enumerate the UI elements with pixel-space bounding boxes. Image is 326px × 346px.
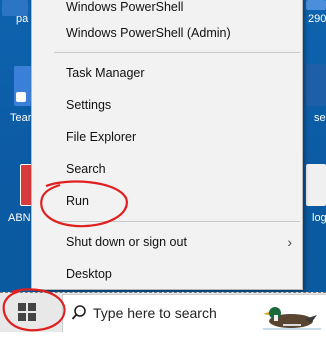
desktop-icon-label: 290	[308, 13, 326, 25]
search-placeholder: Type here to search	[93, 305, 217, 321]
chevron-right-icon: ›	[287, 234, 292, 250]
menu-item-run[interactable]: Run	[32, 189, 302, 213]
menu-item-label: Task Manager	[66, 66, 145, 80]
windows-logo-icon	[18, 303, 36, 321]
desktop-icon-label: se	[314, 112, 326, 124]
menu-item-label: Run	[66, 194, 89, 208]
menu-item-desktop[interactable]: Desktop	[32, 262, 302, 286]
desktop-icon-left-2[interactable]: Tear	[0, 60, 32, 130]
desktop-icon-right-1[interactable]: 290	[302, 0, 326, 34]
menu-item-shutdown[interactable]: Shut down or sign out ›	[32, 230, 302, 254]
menu-item-task-manager[interactable]: Task Manager	[32, 61, 302, 85]
desktop-icon-label: pa	[16, 13, 29, 25]
menu-item-label: Desktop	[66, 267, 112, 281]
menu-item-label: Shut down or sign out	[66, 235, 187, 249]
desktop-icon-label: log	[312, 212, 326, 224]
menu-item-label: File Explorer	[66, 130, 137, 144]
menu-separator	[54, 52, 300, 53]
taskbar: Type here to search	[0, 292, 326, 334]
menu-item-settings[interactable]: Settings	[32, 93, 302, 117]
menu-item-label: Search	[66, 162, 106, 176]
taskbar-search-box[interactable]: Type here to search	[62, 294, 326, 334]
menu-item-label: Windows PowerShell (Admin)	[66, 26, 231, 40]
app-icon	[306, 0, 326, 10]
desktop-icon-left-1[interactable]: pa	[2, 0, 32, 34]
desktop-icon-label: Tear	[10, 112, 32, 124]
shortcut-arrow-icon	[16, 92, 26, 102]
winx-context-menu: Windows PowerShell Windows PowerShell (A…	[31, 0, 303, 290]
menu-item-search[interactable]: Search	[32, 157, 302, 181]
start-button[interactable]	[6, 295, 48, 331]
magnifier-icon	[71, 305, 86, 320]
menu-item-label: Settings	[66, 98, 112, 112]
desktop-icon-left-3[interactable]: ABN	[0, 160, 34, 230]
desktop-icon-right-2[interactable]: se	[302, 60, 326, 130]
menu-item-powershell[interactable]: Windows PowerShell	[32, 0, 302, 19]
bottom-strip	[0, 332, 326, 346]
desktop-icon-right-3[interactable]: log	[302, 160, 326, 230]
menu-item-powershell-admin[interactable]: Windows PowerShell (Admin)	[32, 21, 302, 45]
desktop-icon-label: ABN	[8, 212, 31, 224]
duck-illustration-icon	[263, 307, 321, 330]
app-icon	[306, 64, 326, 106]
menu-item-file-explorer[interactable]: File Explorer	[32, 125, 302, 149]
menu-item-label: Windows PowerShell	[66, 0, 184, 14]
menu-separator	[54, 221, 300, 222]
app-icon	[306, 164, 326, 206]
